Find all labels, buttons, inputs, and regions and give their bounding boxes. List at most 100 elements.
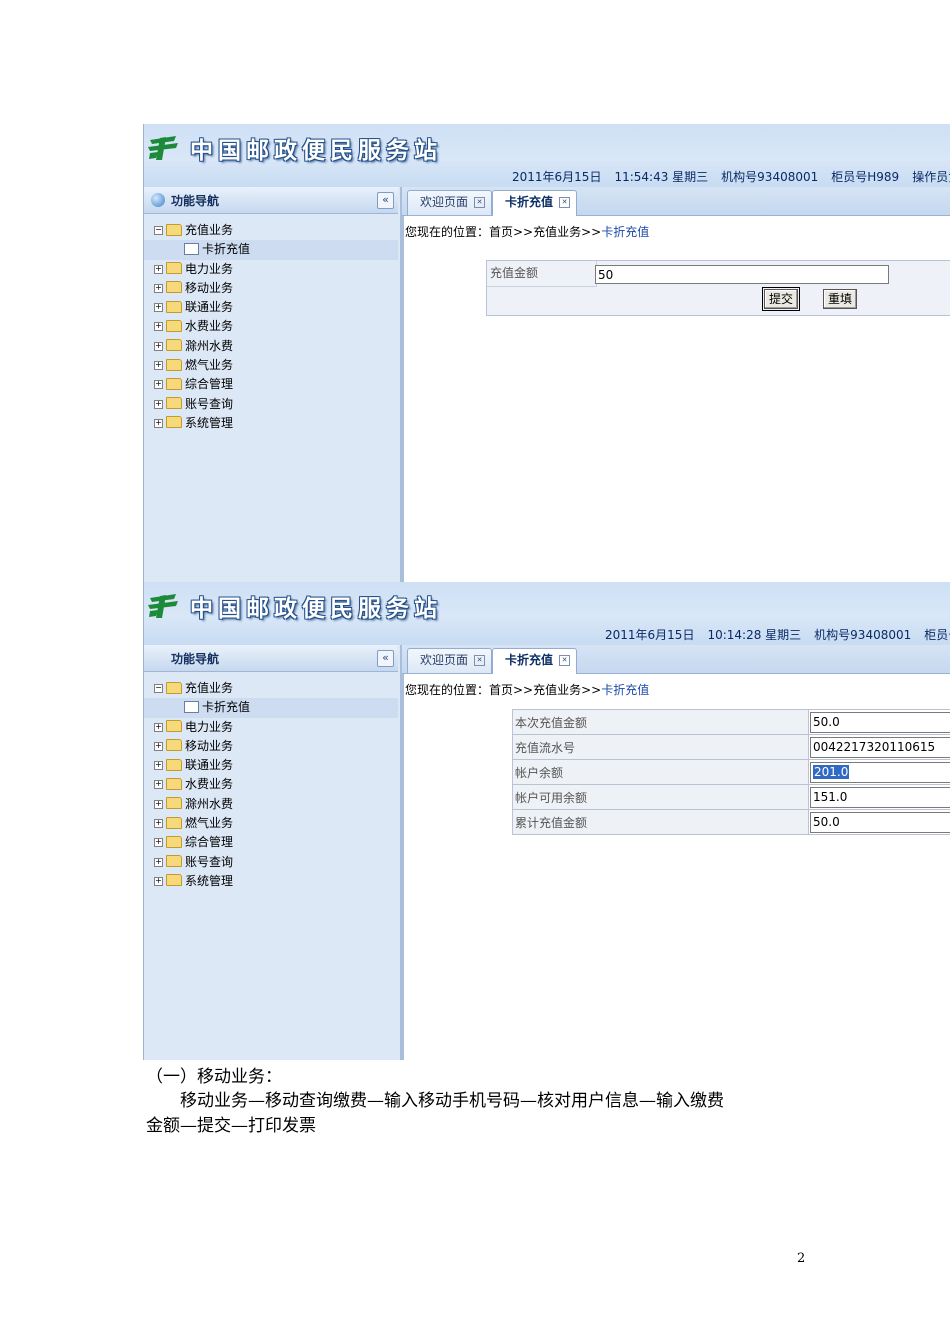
- close-icon[interactable]: ✕: [474, 197, 486, 208]
- plus-icon[interactable]: +: [154, 283, 163, 293]
- tree-node[interactable]: + 燃气业务: [154, 814, 398, 833]
- sidebar-header: 功能导航 «: [144, 645, 398, 672]
- tab-welcome[interactable]: 欢迎页面 ✕: [407, 648, 493, 673]
- table-row: 帐户可用余额 151.0: [512, 784, 950, 810]
- plus-icon[interactable]: +: [154, 303, 163, 313]
- tree-node[interactable]: + 移动业务: [154, 279, 398, 298]
- tree-node[interactable]: + 综合管理: [154, 833, 398, 852]
- plus-icon[interactable]: +: [154, 819, 163, 829]
- result-label: 本次充值金额: [512, 709, 809, 735]
- paragraph-line: 移动业务—移动查询缴费—输入移动手机号码—核对用户信息—输入缴费: [180, 1091, 724, 1111]
- breadcrumb-prefix: 您现在的位置：首页>>充值业务>>: [405, 225, 602, 239]
- tree-node-label: 卡折充值: [202, 242, 251, 257]
- tree-node[interactable]: + 水费业务: [154, 317, 398, 336]
- tree-node-label: 滁州水费: [185, 796, 234, 811]
- plus-icon[interactable]: +: [154, 380, 163, 390]
- tree-node-recharge[interactable]: − 充值业务: [154, 221, 398, 240]
- tree-node[interactable]: + 系统管理: [154, 414, 398, 433]
- nav-tree: − 充值业务 卡折充值 + 电力业务 + 移动业务 + 联通业务 + 水费业务 + 滁州水费…: [144, 679, 398, 891]
- tree-node[interactable]: + 账号查询: [154, 395, 398, 414]
- tree-node[interactable]: + 系统管理: [154, 872, 398, 891]
- amount-input[interactable]: [595, 265, 889, 284]
- breadcrumb: 您现在的位置：首页>>充值业务>>卡折充值: [405, 223, 649, 240]
- table-row: 本次充值金额 50.0: [512, 709, 950, 735]
- plus-icon[interactable]: +: [154, 857, 163, 867]
- tab-card-recharge[interactable]: 卡折充值 ✕: [492, 648, 578, 674]
- plus-icon[interactable]: +: [154, 741, 163, 751]
- folder-open-icon: [166, 223, 182, 236]
- globe-icon: [151, 193, 165, 207]
- close-icon[interactable]: ✕: [559, 655, 571, 666]
- reset-button[interactable]: 重填: [823, 289, 858, 309]
- tree-node-label: 系统管理: [185, 873, 234, 888]
- tree-node[interactable]: + 联通业务: [154, 298, 398, 317]
- minus-icon[interactable]: −: [154, 684, 163, 693]
- selected-text: 201.0: [813, 764, 850, 779]
- close-icon[interactable]: ✕: [474, 655, 486, 666]
- tree-node-recharge[interactable]: − 充值业务: [154, 679, 398, 698]
- plus-icon[interactable]: +: [154, 876, 163, 886]
- tree-node[interactable]: + 滁州水费: [154, 795, 398, 814]
- plus-icon[interactable]: +: [154, 838, 163, 848]
- plus-icon[interactable]: +: [154, 799, 163, 809]
- plus-icon[interactable]: +: [154, 341, 163, 351]
- plus-icon[interactable]: +: [154, 322, 163, 332]
- tree-node-label: 充值业务: [185, 681, 234, 695]
- tab-card-recharge[interactable]: 卡折充值 ✕: [492, 190, 578, 216]
- result-value-field[interactable]: 50.0: [810, 811, 950, 833]
- folder-open-icon: [166, 681, 182, 694]
- collapse-button[interactable]: «: [377, 650, 394, 667]
- plus-icon[interactable]: +: [154, 399, 163, 409]
- folder-icon: [166, 319, 182, 332]
- tree-node[interactable]: + 综合管理: [154, 375, 398, 394]
- amount-label: 充值金额: [487, 261, 597, 287]
- tree-node[interactable]: + 联通业务: [154, 756, 398, 775]
- result-label: 充值流水号: [512, 734, 809, 760]
- plus-icon[interactable]: +: [154, 361, 163, 371]
- minus-icon[interactable]: −: [154, 226, 163, 235]
- tree-node[interactable]: + 燃气业务: [154, 356, 398, 375]
- breadcrumb-current[interactable]: 卡折充值: [601, 683, 649, 697]
- sidebar-title: 功能导航: [171, 194, 220, 208]
- tree-node-card-recharge[interactable]: 卡折充值: [144, 240, 398, 260]
- submit-button[interactable]: 提交: [761, 287, 801, 311]
- result-value-field[interactable]: 0042217320110615: [810, 736, 950, 758]
- tab-welcome[interactable]: 欢迎页面 ✕: [407, 190, 493, 215]
- app-banner: 中国邮政便民服务站 2011年6月15日 10:14:28 星期三 机构号93408…: [144, 582, 950, 646]
- result-value-field[interactable]: 50.0: [810, 711, 950, 733]
- close-icon[interactable]: ✕: [559, 197, 571, 208]
- tree-node[interactable]: + 电力业务: [154, 718, 398, 737]
- info-date: 2011年6月15日: [512, 170, 602, 184]
- collapse-button[interactable]: «: [377, 192, 394, 209]
- tree-node[interactable]: + 电力业务: [154, 260, 398, 279]
- sidebar: 功能导航 « − 充值业务 卡折充值 + 电力业务 + 移动业务 + 联通业务 + 水费业…: [144, 187, 402, 582]
- status-info: 2011年6月15日 11:54:43 星期三 机构号93408001 柜员号H989…: [512, 168, 950, 185]
- plus-icon[interactable]: +: [154, 722, 163, 732]
- result-value-field[interactable]: 151.0: [810, 786, 950, 808]
- status-info: 2011年6月15日 10:14:28 星期三机构号93408001 柜员号H989: [605, 626, 950, 643]
- plus-icon[interactable]: +: [154, 780, 163, 790]
- plus-icon[interactable]: +: [154, 761, 163, 771]
- tree-node[interactable]: + 账号查询: [154, 853, 398, 872]
- info-operator: 操作员黄洁: [912, 170, 950, 184]
- table-row: 充值流水号 0042217320110615: [512, 734, 950, 760]
- breadcrumb-current[interactable]: 卡折充值: [601, 225, 649, 239]
- folder-icon: [166, 720, 182, 733]
- result-value-field[interactable]: 201.0: [810, 761, 950, 783]
- tree-node-label: 充值业务: [185, 223, 234, 237]
- folder-icon: [166, 855, 182, 868]
- info-time: 11:54:43 星期三: [614, 170, 709, 184]
- info-org: 机构号93408001: [721, 170, 819, 184]
- tree-node[interactable]: + 移动业务: [154, 737, 398, 756]
- sidebar: 功能导航 « − 充值业务 卡折充值 + 电力业务 + 移动业务 + 联通业务 + 水费业…: [144, 645, 402, 1060]
- table-row: 帐户余额 201.0: [512, 759, 950, 785]
- plus-icon[interactable]: +: [154, 418, 163, 428]
- tree-node-label: 账号查询: [185, 854, 234, 869]
- sidebar-title: 功能导航: [171, 652, 220, 666]
- plus-icon[interactable]: +: [154, 264, 163, 274]
- tree-node-card-recharge[interactable]: 卡折充值: [144, 698, 398, 718]
- app-title: 中国邮政便民服务站: [190, 595, 442, 622]
- tab-label: 卡折充值: [505, 653, 554, 667]
- tree-node[interactable]: + 水费业务: [154, 775, 398, 794]
- tree-node[interactable]: + 滁州水费: [154, 337, 398, 356]
